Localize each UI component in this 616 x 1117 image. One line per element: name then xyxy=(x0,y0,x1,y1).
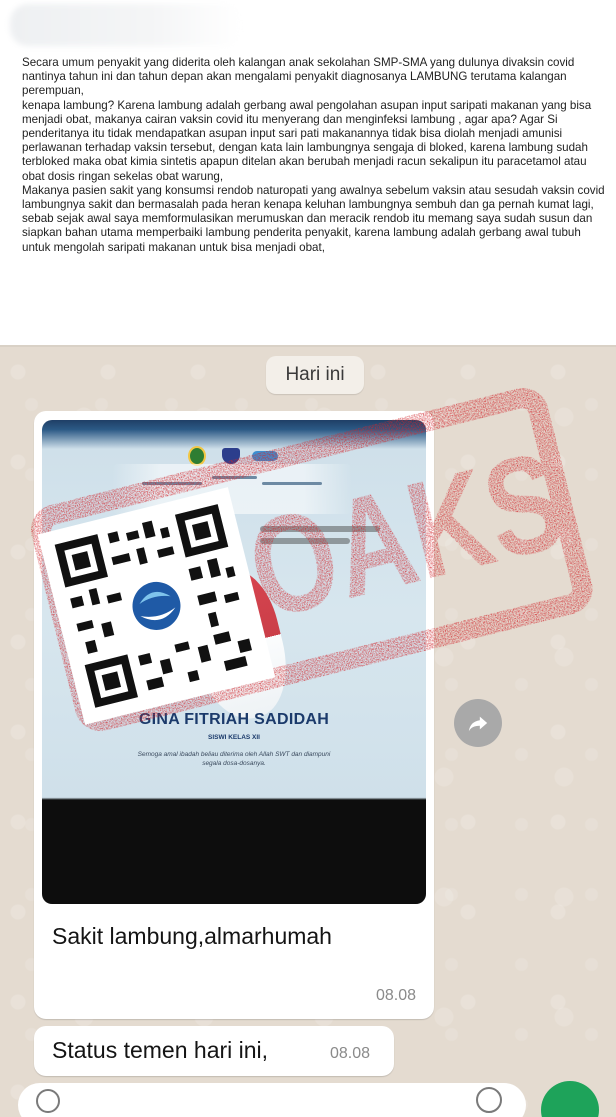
message-input[interactable] xyxy=(18,1083,526,1117)
school-logo-icon xyxy=(222,448,240,464)
flag-graphic xyxy=(175,561,299,729)
date-chip: Hari ini xyxy=(266,356,364,394)
chat-area: Hari ini GINA FITRIAH SADIDAH SISWI KELA… xyxy=(0,345,616,1117)
message-paragraph-3: Makanya pasien sakit yang konsumsi rendo… xyxy=(22,183,605,254)
attach-icon[interactable] xyxy=(418,1089,440,1111)
obituary-image[interactable]: GINA FITRIAH SADIDAH SISWI KELAS XII Sem… xyxy=(42,420,426,904)
image-caption: Sakit lambung,almarhumah xyxy=(52,923,332,949)
image-message-bubble[interactable]: GINA FITRIAH SADIDAH SISWI KELAS XII Sem… xyxy=(34,411,434,1019)
poster-prayer: Semoga amal ibadah beliau diterima oleh … xyxy=(137,751,331,767)
message-body: Secara umum penyakit yang diderita oleh … xyxy=(22,56,606,255)
arabic-calligraphy xyxy=(112,464,352,514)
divider xyxy=(0,345,616,347)
poster-logos xyxy=(188,446,278,466)
province-logo-icon xyxy=(188,446,206,466)
blurred-sender-name xyxy=(10,4,242,46)
message-time: 08.08 xyxy=(330,1045,371,1062)
message-time: 08.08 xyxy=(375,987,416,1004)
forwarded-text-screenshot: Secara umum penyakit yang diderita oleh … xyxy=(0,0,616,345)
agency-logo-icon xyxy=(252,451,278,461)
poster-subtitle: SISWI KELAS XII xyxy=(207,734,260,741)
message-paragraph-2: kenapa lambung? Karena lambung adalah ge… xyxy=(22,98,592,183)
forward-icon xyxy=(468,716,488,732)
text-message-bubble[interactable]: Status temen hari ini, 08.08 xyxy=(34,1026,394,1076)
mic-button[interactable] xyxy=(541,1081,599,1117)
emoji-icon[interactable] xyxy=(36,1089,60,1113)
poster-name: GINA FITRIAH SADIDAH xyxy=(138,711,330,728)
camera-icon[interactable] xyxy=(476,1087,502,1113)
message-text: Status temen hari ini, xyxy=(52,1037,269,1063)
forward-button[interactable] xyxy=(454,699,502,747)
message-paragraph-1: Secara umum penyakit yang diderita oleh … xyxy=(22,56,575,98)
poster-small-text xyxy=(260,520,410,560)
